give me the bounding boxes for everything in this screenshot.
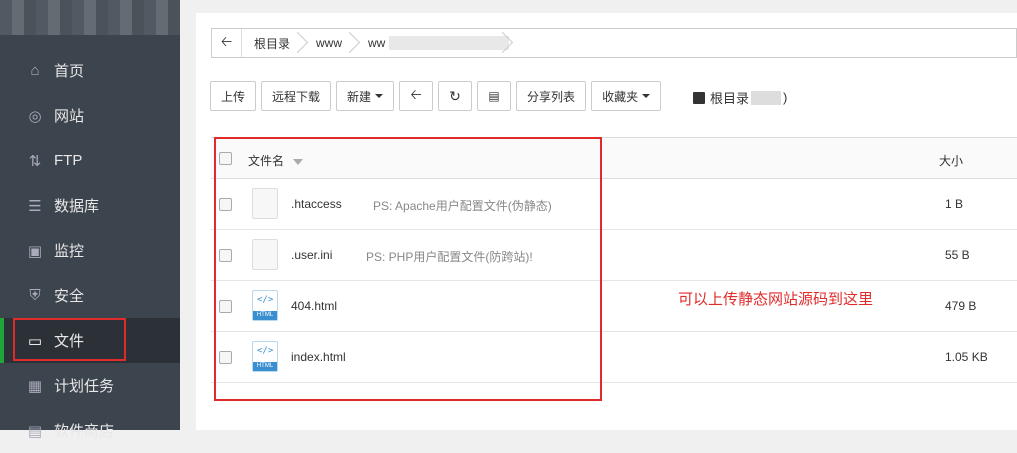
table-header: 文件名 大小 — [211, 137, 1017, 179]
sidebar-item-monitor[interactable]: ▣ 监控 — [0, 228, 180, 273]
file-name[interactable]: .htaccess — [291, 197, 342, 211]
highlight-box-files-nav — [13, 318, 126, 361]
table-row[interactable]: .htaccess PS: Apache用户配置文件(伪静态) 1 B — [211, 179, 1017, 230]
calendar-icon: ▦ — [27, 377, 43, 395]
file-note: PS: Apache用户配置文件(伪静态) — [373, 199, 552, 213]
terminal-button[interactable]: ▤ — [477, 81, 512, 111]
html-icon-tag: HTML — [253, 311, 277, 320]
refresh-button[interactable]: ↻ — [438, 81, 473, 111]
sidebar-item-label: 软件商店 — [54, 423, 115, 440]
sidebar-item-websites[interactable]: ◎ 网站 — [0, 93, 180, 138]
table-row[interactable]: </> HTML 404.html 479 B — [211, 281, 1017, 332]
ftp-icon: ⇅ — [28, 152, 42, 170]
sidebar: ⌂ 首页 ◎ 网站 ⇅ FTP ☰ 数据库 ▣ 监控 ⛨ 安全 ▭ 文件 ▦ 计… — [0, 0, 180, 440]
column-header-name[interactable]: 文件名 — [248, 152, 304, 169]
sidebar-item-label: 网站 — [54, 108, 85, 125]
hard-drive-icon — [693, 91, 705, 104]
new-button[interactable]: 新建 — [336, 81, 395, 111]
row-checkbox[interactable] — [219, 198, 232, 211]
refresh-icon: ↻ — [449, 87, 461, 104]
table-row[interactable]: </> HTML index.html 1.05 KB — [211, 332, 1017, 383]
file-manager-panel: 🡠 根目录 www ww 上传 远程下载 新建 🡠 ↻ ▤ 分享列表 收藏夹 根… — [196, 13, 1017, 430]
row-checkbox[interactable] — [219, 249, 232, 262]
annotation-text: 可以上传静态网站源码到这里 — [678, 291, 874, 308]
back-arrow-icon[interactable]: 🡠 — [212, 29, 242, 57]
column-name-label: 文件名 — [248, 154, 285, 168]
terminal-icon: ▤ — [488, 89, 500, 103]
home-icon: ⌂ — [30, 62, 40, 79]
chevron-down-icon — [642, 94, 651, 98]
breadcrumb-current-label: ww — [368, 36, 386, 50]
sidebar-item-label: 计划任务 — [54, 378, 115, 395]
store-icon: ▤ — [27, 422, 43, 440]
sidebar-item-store[interactable]: ▤ 软件商店 — [0, 408, 180, 453]
sidebar-item-home[interactable]: ⌂ 首页 — [0, 48, 180, 93]
file-note: PS: PHP用户配置文件(防跨站)! — [366, 250, 533, 264]
breadcrumb-current[interactable]: ww — [356, 29, 510, 57]
sidebar-item-label: 安全 — [54, 288, 85, 305]
sidebar-item-label: 监控 — [54, 243, 85, 260]
file-name[interactable]: .user.ini — [291, 248, 332, 262]
html-file-icon: </> HTML — [252, 290, 278, 321]
chevron-down-icon — [375, 94, 384, 98]
file-icon — [252, 239, 278, 270]
toolbar: 上传 远程下载 新建 🡠 ↻ ▤ 分享列表 收藏夹 — [210, 81, 666, 111]
upload-button[interactable]: 上传 — [210, 81, 257, 111]
back-button[interactable]: 🡠 — [399, 81, 434, 111]
table-row[interactable]: .user.ini PS: PHP用户配置文件(防跨站)! 55 B — [211, 230, 1017, 281]
html-icon-code: </> — [257, 346, 274, 356]
select-all-checkbox[interactable] — [219, 152, 232, 165]
file-icon — [252, 188, 278, 219]
redacted-disk-info — [751, 90, 782, 105]
redacted-path — [389, 36, 510, 50]
file-size: 55 B — [945, 248, 970, 262]
share-list-button[interactable]: 分享列表 — [516, 81, 587, 111]
favorites-label: 收藏夹 — [602, 89, 639, 104]
file-size: 1 B — [945, 197, 964, 211]
sidebar-item-label: 首页 — [54, 63, 85, 80]
html-icon-code: </> — [257, 295, 274, 305]
file-size: 1.05 KB — [945, 350, 988, 364]
row-checkbox[interactable] — [219, 351, 232, 364]
new-button-label: 新建 — [347, 89, 372, 104]
favorites-button[interactable]: 收藏夹 — [591, 81, 662, 111]
html-file-icon: </> HTML — [252, 341, 278, 372]
file-name[interactable]: index.html — [291, 350, 346, 364]
sidebar-item-ftp[interactable]: ⇅ FTP — [0, 138, 180, 183]
disk-indicator[interactable]: 根目录 ) — [693, 88, 787, 107]
monitor-icon: ▣ — [27, 242, 43, 260]
breadcrumb: 🡠 根目录 www ww — [211, 28, 1017, 58]
file-name[interactable]: 404.html — [291, 299, 337, 313]
html-icon-tag: HTML — [253, 362, 277, 371]
logo-blurred — [0, 0, 180, 35]
sidebar-item-label: FTP — [54, 152, 83, 169]
sidebar-item-label: 数据库 — [54, 198, 100, 215]
sidebar-item-database[interactable]: ☰ 数据库 — [0, 183, 180, 228]
arrow-left-icon: 🡠 — [410, 86, 422, 102]
row-checkbox[interactable] — [219, 300, 232, 313]
database-icon: ☰ — [28, 197, 42, 215]
globe-icon: ◎ — [28, 107, 42, 125]
column-header-size[interactable]: 大小 — [939, 152, 963, 169]
shield-icon: ⛨ — [29, 287, 41, 304]
file-table: 文件名 大小 .htaccess PS: Apache用户配置文件(伪静态) 1… — [211, 137, 1017, 383]
disk-close-paren: ) — [783, 90, 788, 105]
file-size: 479 B — [945, 299, 977, 313]
sidebar-item-security[interactable]: ⛨ 安全 — [0, 273, 180, 318]
sort-down-icon — [293, 158, 304, 165]
breadcrumb-www[interactable]: www — [304, 29, 356, 57]
remote-download-button[interactable]: 远程下载 — [261, 81, 332, 111]
sidebar-item-cron[interactable]: ▦ 计划任务 — [0, 363, 180, 408]
breadcrumb-root[interactable]: 根目录 — [242, 29, 304, 57]
disk-label: 根目录 — [710, 91, 750, 106]
